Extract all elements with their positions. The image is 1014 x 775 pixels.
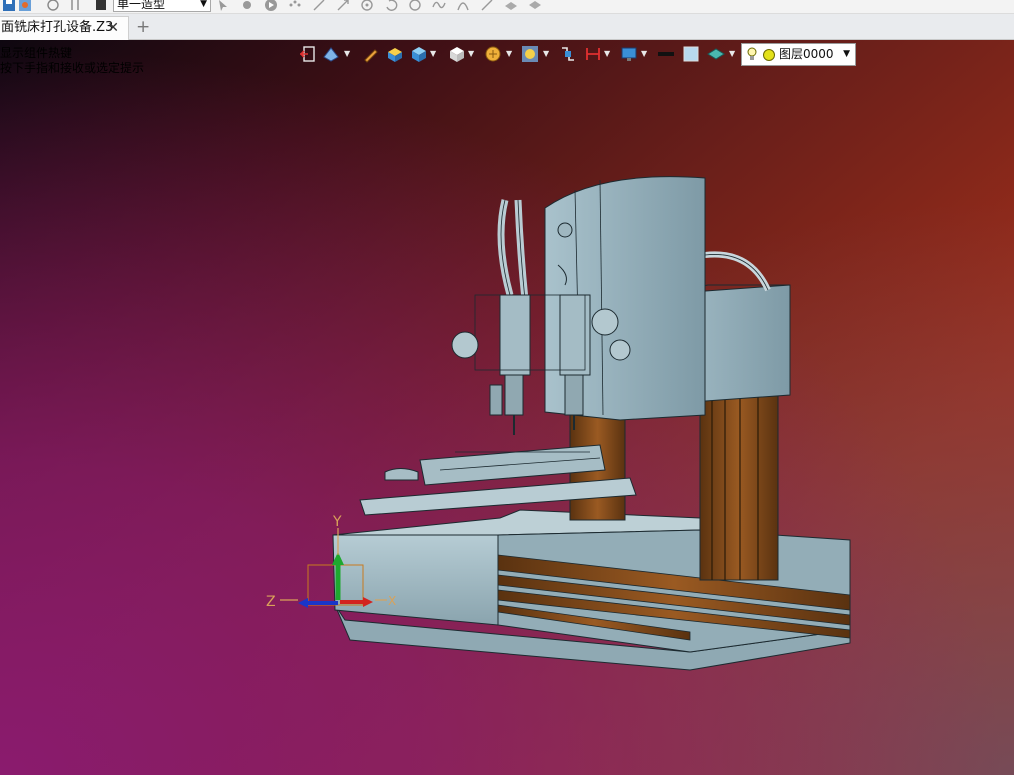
mode-select-value: 单一造型 <box>117 0 166 11</box>
monitor-icon[interactable] <box>620 45 638 63</box>
layer-color-dot <box>763 49 775 61</box>
section-icon[interactable] <box>584 45 602 63</box>
machine-model[interactable]: Y Z X <box>0 40 1014 775</box>
display-mode-icon[interactable] <box>322 45 340 63</box>
snap-icon[interactable] <box>559 45 577 63</box>
knob-right <box>591 308 619 336</box>
chevron-down-icon[interactable]: ▼ <box>506 49 512 58</box>
arrow-line-icon[interactable] <box>336 0 350 12</box>
axis-z-label: Z <box>266 594 276 610</box>
curve-icon[interactable] <box>432 0 446 12</box>
exit-icon[interactable] <box>298 45 316 63</box>
rotate-icon[interactable] <box>384 0 398 12</box>
layer-shape-icon[interactable] <box>707 45 725 63</box>
chevron-down-icon[interactable]: ▼ <box>430 49 436 58</box>
save-icon[interactable] <box>2 0 16 12</box>
render-icon[interactable] <box>484 45 502 63</box>
document-tab-bar: 面铣床打孔设备.Z3 ✕ + <box>0 14 1014 40</box>
circle-target-icon[interactable] <box>360 0 374 12</box>
spindle-left <box>499 294 531 376</box>
hint-text: 显示组件热键 按下手指和接收或选定提示 <box>0 46 144 76</box>
base-left-block <box>332 534 499 626</box>
play-icon[interactable] <box>264 0 278 12</box>
stop-icon[interactable] <box>94 0 108 12</box>
arch-icon[interactable] <box>456 0 470 12</box>
lightbulb-icon[interactable] <box>747 47 757 61</box>
drill-bit-right <box>564 374 584 416</box>
pin-icon[interactable] <box>46 0 60 12</box>
knob-left <box>451 331 479 359</box>
zoom-fit-icon[interactable] <box>521 45 539 63</box>
surface-icon[interactable] <box>504 0 518 12</box>
chevron-down-icon[interactable]: ▼ <box>468 49 474 58</box>
chevron-down-icon[interactable]: ▼ <box>604 49 610 58</box>
add-tab-button[interactable]: + <box>136 17 150 37</box>
3d-viewport[interactable]: Y Z X 显示组件热键 按下手指和接收或选定提示 ▼ ▼ ▼ ▼ ▼ ▼ ▼ … <box>0 40 1014 775</box>
line-style-icon[interactable] <box>657 45 675 63</box>
box-shade-icon[interactable] <box>386 45 404 63</box>
refresh-icon[interactable] <box>18 0 32 12</box>
axis-x-label: X <box>388 594 396 608</box>
rect-icon[interactable] <box>68 0 82 12</box>
tab-document-label: 面铣床打孔设备.Z3 <box>1 20 114 35</box>
box-blue-icon[interactable] <box>410 45 428 63</box>
layer-select-value: 图层0000 <box>779 47 834 61</box>
spindle-right <box>559 294 591 376</box>
select-arrow-icon[interactable] <box>216 0 230 12</box>
spiral-icon[interactable] <box>408 0 422 12</box>
chevron-down-icon[interactable]: ▼ <box>543 49 549 58</box>
edge-icon[interactable] <box>480 0 494 12</box>
layer-select[interactable]: 图层0000 ▼ <box>741 43 856 66</box>
chevron-down-icon[interactable]: ▼ <box>344 49 350 58</box>
pencil-icon[interactable] <box>362 45 380 63</box>
line-icon[interactable] <box>312 0 326 12</box>
hint-line-2: 按下手指和接收或选定提示 <box>0 61 145 75</box>
gear-icon[interactable] <box>240 0 254 12</box>
chevron-down-icon[interactable]: ▼ <box>641 49 647 58</box>
mode-select[interactable]: 单一造型 ▼ <box>113 0 211 12</box>
main-toolbar: 单一造型 ▼ <box>0 0 1014 14</box>
drill-bit-left <box>504 374 524 416</box>
hint-line-1: 显示组件热键 <box>0 46 73 60</box>
cube-view-icon[interactable] <box>448 45 466 63</box>
axis-y-label: Y <box>332 514 342 530</box>
chevron-down-icon: ▼ <box>843 49 850 59</box>
chevron-down-icon[interactable]: ▼ <box>729 49 735 58</box>
close-icon[interactable]: ✕ <box>107 17 119 39</box>
color-swatch-icon[interactable] <box>682 45 700 63</box>
chevron-down-icon: ▼ <box>200 0 207 9</box>
tab-document[interactable]: 面铣床打孔设备.Z3 ✕ <box>0 16 129 40</box>
dots-icon[interactable] <box>288 0 302 12</box>
layers-icon[interactable] <box>528 0 542 12</box>
